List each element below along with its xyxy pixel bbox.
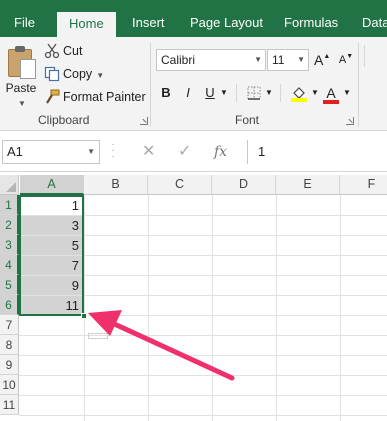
font-group-label: Font <box>235 113 260 127</box>
chevron-down-icon[interactable]: ▼ <box>264 82 274 104</box>
row-header[interactable]: 1 <box>0 195 19 215</box>
tab-formulas[interactable]: Formulas <box>282 9 340 37</box>
italic-button[interactable]: I <box>180 82 196 104</box>
row-header[interactable]: 11 <box>0 395 19 415</box>
chevron-down-icon[interactable]: ▼ <box>310 82 320 104</box>
row-header[interactable]: 7 <box>0 315 19 335</box>
clipboard-group-label: Clipboard <box>38 113 90 127</box>
tab-insert[interactable]: Insert <box>130 9 167 37</box>
font-name-select[interactable]: Calibri ▼ <box>156 49 266 71</box>
chevron-down-icon: ▼ <box>87 147 95 156</box>
formula-input[interactable]: 1 <box>247 140 387 164</box>
tab-data[interactable]: Data <box>360 9 387 37</box>
row-header[interactable]: 4 <box>0 255 19 275</box>
row-header[interactable]: 6 <box>0 295 19 315</box>
name-box-value: A1 <box>7 144 23 159</box>
format-painter-label: Format Painter <box>63 90 146 104</box>
row-header[interactable]: 9 <box>0 355 19 375</box>
paintbrush-icon <box>46 89 60 104</box>
paste-label: Paste <box>5 81 37 95</box>
name-box[interactable]: A1 ▼ <box>2 140 100 164</box>
grow-font-button[interactable]: A▲ <box>314 49 330 71</box>
ribbon-tab-bar: File Home Insert Page Layout Formulas Da… <box>0 0 387 37</box>
chevron-down-icon: ▼ <box>254 55 262 64</box>
chevron-down-icon: ▼ <box>297 55 305 64</box>
cancel-icon[interactable]: ✕ <box>142 140 155 164</box>
autofill-options-ghost <box>88 333 108 339</box>
bold-button[interactable]: B <box>158 82 174 104</box>
copy-icon <box>44 66 60 81</box>
select-all-button[interactable] <box>0 175 19 195</box>
font-color-swatch <box>323 100 339 104</box>
column-header-f[interactable]: F <box>340 175 387 195</box>
tab-page-layout[interactable]: Page Layout <box>188 9 265 37</box>
column-header-b[interactable]: B <box>84 175 148 195</box>
enter-icon[interactable]: ✓ <box>178 140 191 164</box>
drag-handle-icon[interactable]: · · · <box>111 140 115 162</box>
font-launcher-icon[interactable] <box>346 117 354 125</box>
font-size-select[interactable]: 11 ▼ <box>267 49 309 71</box>
chevron-down-icon[interactable]: ▼ <box>96 71 104 80</box>
row-header[interactable]: 3 <box>0 235 19 255</box>
underline-button[interactable]: U <box>202 82 218 104</box>
borders-icon <box>247 86 261 100</box>
copy-label: Copy <box>63 67 93 81</box>
row-header[interactable]: 2 <box>0 215 19 235</box>
fill-color-button[interactable] <box>288 82 310 104</box>
row-header[interactable]: 10 <box>0 375 19 395</box>
clipboard-launcher-icon[interactable] <box>140 117 148 125</box>
ribbon-home: Paste ▼ Cut Copy ▼ Format Painter Clipboa… <box>0 37 387 131</box>
selection-border <box>19 195 84 316</box>
scissors-icon <box>44 43 60 58</box>
column-header-c[interactable]: C <box>148 175 212 195</box>
paste-button[interactable]: Paste ▼ <box>4 43 38 109</box>
paint-bucket-icon <box>291 87 307 102</box>
tab-file[interactable]: File <box>12 9 37 37</box>
insert-function-button[interactable]: fx <box>214 140 227 164</box>
shrink-font-button[interactable]: A▼ <box>338 49 354 71</box>
borders-button[interactable] <box>244 82 264 104</box>
cut-label: Cut <box>63 44 83 58</box>
fill-handle[interactable] <box>81 313 87 319</box>
tab-home[interactable]: Home <box>57 12 116 37</box>
worksheet-grid[interactable]: A B C D E F 1 2 3 4 5 6 7 8 9 10 11 1 3 … <box>0 175 387 421</box>
font-size-value: 11 <box>272 53 285 67</box>
format-painter-button[interactable]: Format Painter <box>44 87 146 107</box>
font-color-button[interactable]: A <box>322 82 340 104</box>
chevron-down-icon[interactable]: ▼ <box>342 82 352 104</box>
column-header-a[interactable]: A <box>20 175 84 195</box>
chevron-down-icon[interactable]: ▼ <box>18 99 26 108</box>
copy-button[interactable]: Copy ▼ <box>44 64 104 84</box>
font-name-value: Calibri <box>161 53 196 67</box>
cut-button[interactable]: Cut <box>44 41 82 61</box>
column-header-e[interactable]: E <box>276 175 340 195</box>
formula-bar: A1 ▼ · · · ✕ ✓ fx 1 <box>0 132 387 172</box>
row-header[interactable]: 5 <box>0 275 19 295</box>
column-header-d[interactable]: D <box>212 175 276 195</box>
chevron-down-icon[interactable]: ▼ <box>219 82 229 104</box>
row-header[interactable]: 8 <box>0 335 19 355</box>
